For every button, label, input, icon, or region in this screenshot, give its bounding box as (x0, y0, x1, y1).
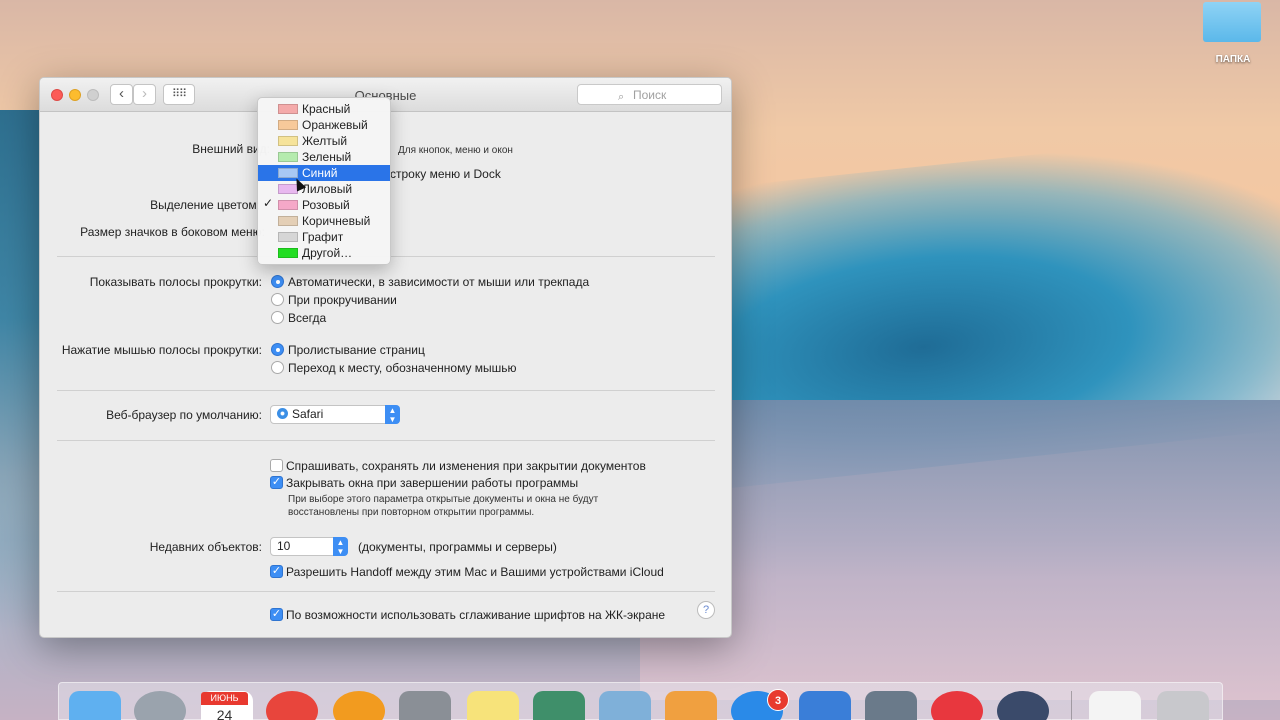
calendar-month: ИЮНЬ (201, 692, 248, 705)
color-swatch (278, 216, 298, 226)
color-swatch (278, 232, 298, 242)
recent-items-value: 10 (277, 539, 291, 553)
search-input[interactable]: ⌕ Поиск (577, 84, 722, 105)
ask-save-checkbox[interactable] (270, 459, 283, 472)
ibooks-icon[interactable] (333, 691, 385, 720)
scrollbars-always-label[interactable]: Всегда (288, 311, 326, 325)
chrome-icon[interactable] (266, 691, 318, 720)
finder-icon[interactable] (69, 691, 121, 720)
ask-save-label[interactable]: Спрашивать, сохранять ли изменения при з… (286, 459, 646, 473)
color-swatch (278, 120, 298, 130)
scrollbars-automatic-label[interactable]: Автоматически, в зависимости от мыши или… (288, 275, 589, 289)
keynote-icon[interactable] (799, 691, 851, 720)
preview-icon[interactable] (599, 691, 651, 720)
highlight-color-menu[interactable]: Красный Оранжевый Желтый Зеленый Синий Лиловы… (257, 97, 391, 265)
recent-items-label: Недавних объектов: (149, 540, 262, 554)
scrollbars-label: Показывать полосы прокрутки: (89, 275, 262, 289)
calendar-day: 24 (201, 705, 248, 720)
close-windows-note-2: восстановлены при повторном открытии про… (288, 507, 535, 518)
color-menu-item-label: Коричневый (302, 214, 371, 228)
color-menu-item-label: Графит (302, 230, 344, 244)
scroll-click-page-label[interactable]: Пролистывание страниц (288, 343, 425, 357)
color-menu-item-label: Желтый (302, 134, 348, 148)
color-menu-item[interactable]: Другой… (258, 245, 390, 261)
scroll-click-label: Нажатие мышью полосы прокрутки: (61, 343, 262, 357)
sidebar-icon-size-label: Размер значков в боковом меню: (80, 225, 265, 239)
scrollbars-when-scrolling-label[interactable]: При прокручивании (288, 293, 397, 307)
default-browser-label: Веб-браузер по умолчанию: (106, 408, 262, 422)
checkmark-icon: ✓ (263, 196, 274, 210)
color-swatch (278, 200, 298, 210)
recent-items-hint: (документы, программы и серверы) (358, 540, 557, 554)
safari-icon (277, 408, 288, 419)
popup-arrows-icon: ▲ ▼ (333, 537, 348, 556)
color-menu-item-label: Лиловый (302, 182, 353, 196)
help-button[interactable]: ? (697, 601, 715, 619)
divider (57, 390, 715, 391)
color-menu-item-label: Красный (302, 102, 351, 116)
color-menu-item[interactable]: Коричневый (258, 213, 390, 229)
itunes-icon[interactable] (931, 691, 983, 720)
default-browser-value: Safari (292, 407, 324, 421)
wallpaper-water (640, 400, 1280, 700)
close-windows-note: При выборе этого параметра открытые доку… (288, 494, 599, 505)
dark-menu-option-label[interactable]: строку меню и Dock (390, 167, 501, 181)
handoff-label[interactable]: Разрешить Handoff между этим Mac и Вашим… (286, 565, 664, 579)
color-swatch (278, 168, 298, 178)
scrollbars-automatic-radio[interactable] (271, 275, 284, 288)
color-menu-item[interactable]: Графит (258, 229, 390, 245)
trash-icon[interactable] (1157, 691, 1209, 720)
color-menu-item[interactable]: Желтый (258, 133, 390, 149)
app-store-badge: 3 (767, 689, 789, 711)
color-menu-item[interactable]: Зеленый (258, 149, 390, 165)
font-smoothing-label[interactable]: По возможности использовать сглаживание … (286, 608, 665, 622)
appearance-hint: Для кнопок, меню и окон (398, 145, 513, 156)
close-windows-label[interactable]: Закрывать окна при завершении работы про… (286, 476, 578, 490)
color-menu-item-label: Оранжевый (302, 118, 368, 132)
scroll-click-page-radio[interactable] (271, 343, 284, 356)
handoff-checkbox[interactable]: ✓ (270, 565, 283, 578)
scroll-click-spot-label[interactable]: Переход к месту, обозначенному мышью (288, 361, 517, 375)
document-icon[interactable] (1089, 691, 1141, 720)
photos-icon[interactable] (533, 691, 585, 720)
color-menu-item[interactable]: Синий (258, 165, 390, 181)
color-menu-item[interactable]: Лиловый (258, 181, 390, 197)
scrollbars-when-scrolling-radio[interactable] (271, 293, 284, 306)
color-swatch (278, 248, 298, 258)
search-icon: ⌕ (618, 91, 625, 103)
color-menu-item-label: Синий (302, 166, 338, 180)
scrollbars-always-radio[interactable] (271, 311, 284, 324)
divider (57, 440, 715, 441)
default-browser-popup[interactable]: Safari ▲ ▼ (270, 405, 400, 424)
font-smoothing-checkbox[interactable]: ✓ (270, 608, 283, 621)
notes-icon[interactable] (467, 691, 519, 720)
color-swatch (278, 152, 298, 162)
system-preferences-icon[interactable] (399, 691, 451, 720)
image-capture-icon[interactable] (865, 691, 917, 720)
desktop-folder-icon[interactable] (1203, 2, 1261, 42)
pages-icon[interactable] (665, 691, 717, 720)
recent-items-stepper[interactable]: 10 ▲ ▼ (270, 537, 348, 556)
divider (57, 591, 715, 592)
appearance-label: Внешний вид: (192, 142, 270, 156)
scroll-click-spot-radio[interactable] (271, 361, 284, 374)
color-menu-item-label: Другой… (302, 246, 353, 260)
color-swatch (278, 136, 298, 146)
desktop-folder-label[interactable]: ПАПКА (1198, 54, 1268, 65)
popup-arrows-icon: ▲ ▼ (385, 405, 400, 424)
highlight-color-label: Выделение цветом: (150, 198, 260, 212)
color-menu-item[interactable]: Розовый (258, 197, 390, 213)
close-windows-checkbox[interactable]: ✓ (270, 476, 283, 489)
color-menu-item[interactable]: Оранжевый (258, 117, 390, 133)
launchpad-icon[interactable] (134, 691, 186, 720)
color-menu-item-label: Зеленый (302, 150, 352, 164)
quicktime-icon[interactable] (997, 691, 1049, 720)
color-swatch (278, 104, 298, 114)
dock-separator (1071, 691, 1072, 720)
color-menu-item-label: Розовый (302, 198, 350, 212)
search-placeholder: Поиск (633, 88, 667, 102)
color-menu-item[interactable]: Красный (258, 101, 390, 117)
